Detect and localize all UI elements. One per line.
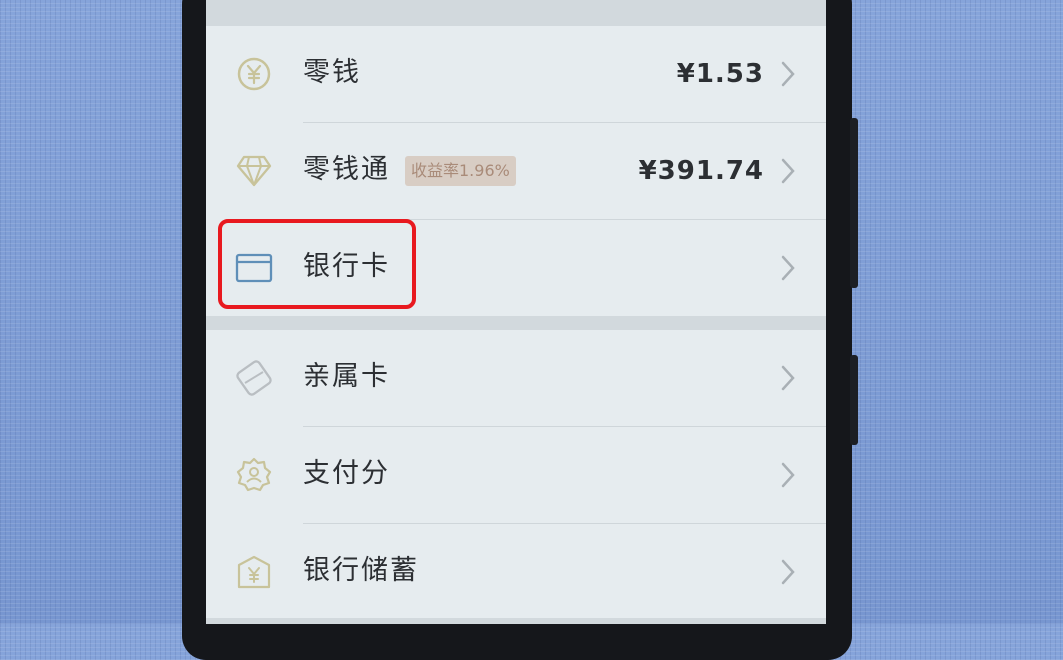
menu-item-label: 亲属卡 bbox=[303, 361, 390, 392]
balance-value: ¥1.53 bbox=[676, 59, 764, 89]
section-separator bbox=[206, 316, 826, 330]
yield-rate-badge: 收益率1.96% bbox=[405, 156, 516, 186]
chevron-right-icon bbox=[781, 365, 795, 391]
menu-item-family-card[interactable]: 亲属卡 bbox=[206, 330, 826, 426]
chevron-right-icon bbox=[781, 462, 795, 488]
chevron-right-icon bbox=[781, 158, 795, 184]
menu-item-label: 零钱通 bbox=[303, 154, 390, 185]
diamond-icon bbox=[234, 151, 274, 191]
family-card-icon bbox=[234, 358, 274, 398]
menu-item-label: 零钱 bbox=[303, 57, 361, 88]
chevron-right-icon bbox=[781, 61, 795, 87]
wallet-screen: 零钱 ¥1.53 零钱通 收益率1.96% ¥391.74 银行卡 亲属卡 支付… bbox=[206, 0, 826, 624]
bank-building-icon bbox=[234, 552, 274, 592]
bank-card-highlight-box bbox=[218, 219, 416, 309]
menu-item-pay-score[interactable]: 支付分 bbox=[206, 427, 826, 523]
menu-item-change[interactable]: 零钱 ¥1.53 bbox=[206, 26, 826, 122]
yuan-coin-icon bbox=[234, 54, 274, 94]
gear-badge-icon bbox=[234, 455, 274, 495]
menu-item-lingqiantong[interactable]: 零钱通 收益率1.96% ¥391.74 bbox=[206, 123, 826, 219]
power-button bbox=[850, 355, 858, 445]
chevron-right-icon bbox=[781, 559, 795, 585]
menu-item-label: 支付分 bbox=[303, 458, 390, 489]
menu-item-label: 银行储蓄 bbox=[303, 555, 419, 586]
menu-item-bank-savings[interactable]: 银行储蓄 bbox=[206, 524, 826, 620]
section-separator bbox=[206, 0, 826, 26]
balance-value: ¥391.74 bbox=[638, 156, 764, 186]
volume-button bbox=[850, 118, 858, 288]
chevron-right-icon bbox=[781, 255, 795, 281]
section-separator bbox=[206, 618, 826, 624]
